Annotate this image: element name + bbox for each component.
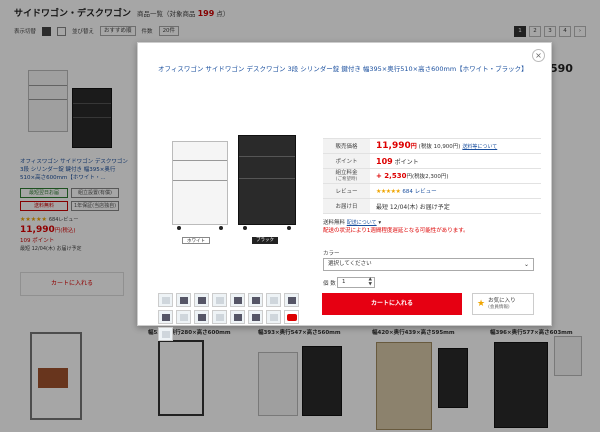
thumbnail[interactable] — [158, 327, 173, 341]
caption-white: ホワイト — [182, 237, 210, 244]
video-play-icon[interactable] — [284, 310, 299, 324]
price-value: 11,990円 — [376, 141, 417, 151]
price-label: 販売価格 — [323, 138, 370, 154]
review-label: レビュー — [323, 183, 370, 199]
color-select[interactable]: 選択してください ⌄ — [323, 258, 534, 271]
add-to-favorites-button[interactable]: ★ お気に入り (会員情報) — [472, 293, 534, 315]
review-cell[interactable]: ★★★★★ 684 レビュー — [370, 183, 541, 199]
quantity-label: 個 数 — [323, 281, 336, 287]
shipping-fee-link[interactable]: 送料等について — [462, 144, 497, 150]
spinner-icon[interactable]: ▲ ▼ — [369, 277, 372, 287]
thumbnail[interactable] — [248, 310, 263, 324]
thumbnail[interactable] — [176, 293, 191, 307]
color-label: カラー — [323, 251, 340, 257]
chevron-down-icon: ⌄ — [523, 261, 529, 268]
white-cabinet-illustration — [172, 141, 228, 230]
assembly-value: + 2,530 — [376, 172, 407, 180]
delivery-info-link[interactable]: 配送について — [347, 220, 377, 226]
thumbnail[interactable] — [248, 293, 263, 307]
delivery-label: お届け日 — [323, 198, 370, 214]
thumbnail[interactable] — [284, 293, 299, 307]
assembly-label: 組立料金 (ご希望時) — [323, 168, 370, 184]
thumbnail[interactable] — [266, 310, 281, 324]
thumbnail[interactable] — [158, 293, 173, 307]
thumbnail[interactable] — [230, 293, 245, 307]
delivery-value: 最短 12/04(木) お届け予定 — [370, 198, 541, 214]
thumbnail[interactable] — [230, 310, 245, 324]
quantity-stepper[interactable]: 1 ▲ ▼ — [337, 277, 375, 288]
caption-black: ブラック — [252, 237, 278, 244]
thumbnail[interactable] — [158, 310, 173, 324]
thumbnail[interactable] — [212, 293, 227, 307]
add-to-cart-button[interactable]: カートに入れる — [322, 293, 462, 315]
points-label: ポイント — [323, 153, 370, 169]
points-value: 109 — [376, 156, 393, 166]
points-cell: 109 ポイント — [370, 153, 541, 169]
close-icon[interactable]: × — [532, 49, 545, 62]
review-count-link[interactable]: 684 レビュー — [402, 189, 436, 195]
thumbnail-gallery — [158, 293, 314, 344]
black-cabinet-illustration — [238, 135, 296, 230]
thumbnail[interactable] — [266, 293, 281, 307]
shipping-info: 送料無料 配送について ▾ 配送の状況により1週間程度遅延となる可能性があります… — [323, 219, 541, 235]
star-icon: ★ — [477, 299, 486, 309]
thumbnail[interactable] — [212, 310, 227, 324]
price-tax-excluded: (税抜 10,900円) — [418, 144, 461, 150]
product-spec-table: 販売価格 11,990円 (税抜 10,900円) 送料等について ポイント 1… — [323, 138, 541, 214]
thumbnail[interactable] — [176, 310, 191, 324]
thumbnail[interactable] — [194, 310, 209, 324]
assembly-cell: + 2,530円(税抜2,300円) — [370, 168, 541, 184]
price-cell: 11,990円 (税抜 10,900円) 送料等について — [370, 138, 541, 154]
quick-view-modal: × オフィスワゴン サイドワゴン デスクワゴン 3段 シリンダー錠 鍵付き 幅3… — [137, 42, 552, 341]
delay-warning: 配送の状況により1週間程度遅延となる可能性があります。 — [323, 228, 469, 234]
rating-stars-icon: ★★★★★ — [376, 188, 401, 195]
free-shipping-label: 送料無料 — [323, 220, 346, 226]
modal-product-image: ホワイト ブラック — [158, 135, 306, 265]
thumbnail[interactable] — [194, 293, 209, 307]
chevron-down-icon: ▾ — [378, 220, 382, 226]
modal-product-title[interactable]: オフィスワゴン サイドワゴン デスクワゴン 3段 シリンダー錠 鍵付き 幅395… — [158, 65, 538, 74]
